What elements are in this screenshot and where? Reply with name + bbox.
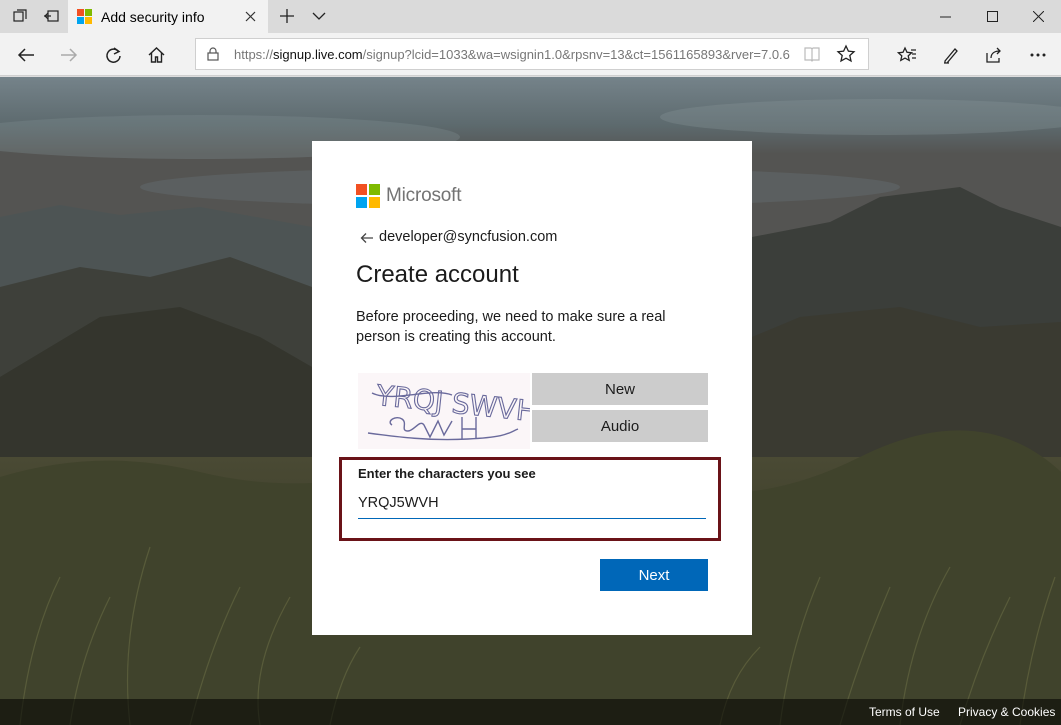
more-options-icon[interactable]	[1024, 41, 1052, 69]
page-viewport: Microsoft developer@syncfusion.com Creat…	[0, 77, 1061, 725]
new-captcha-button[interactable]: New	[532, 373, 708, 405]
tab-actions-icon[interactable]	[7, 4, 33, 28]
captcha-field-label: Enter the characters you see	[358, 466, 536, 481]
next-button[interactable]: Next	[600, 559, 708, 591]
address-bar[interactable]: https://signup.live.com/signup?lcid=1033…	[195, 38, 869, 70]
close-tab-icon[interactable]	[240, 6, 260, 26]
captcha-input[interactable]	[358, 487, 706, 519]
captcha-image: YRQJ SWVH	[358, 373, 539, 449]
maximize-icon[interactable]	[969, 0, 1015, 33]
url-text[interactable]: https://signup.live.com/signup?lcid=1033…	[234, 47, 797, 62]
description-text: Before proceeding, we need to make sure …	[356, 309, 666, 345]
account-identity: developer@syncfusion.com	[379, 229, 558, 245]
close-window-icon[interactable]	[1015, 0, 1061, 33]
captcha-text: YRQJ SWVH	[374, 379, 530, 429]
navigation-bar: https://signup.live.com/signup?lcid=1033…	[0, 33, 1061, 76]
terms-of-use-link[interactable]: Terms of Use	[869, 705, 940, 719]
new-tab-icon[interactable]	[274, 4, 300, 28]
url-path: /signup?lcid=1033&wa=wsignin1.0&rpsnv=13…	[362, 47, 790, 62]
signup-card: Microsoft developer@syncfusion.com Creat…	[312, 141, 752, 635]
tab-preview-chevron-down-icon[interactable]	[306, 4, 332, 28]
lock-icon	[207, 47, 219, 66]
page-footer: Terms of Use Privacy & Cookies	[0, 699, 1061, 725]
forward-icon[interactable]	[55, 41, 83, 69]
favorite-star-icon[interactable]	[836, 44, 856, 69]
microsoft-logo-icon	[356, 184, 380, 208]
url-host: signup.live.com	[273, 47, 363, 62]
privacy-cookies-link[interactable]: Privacy & Cookies	[958, 705, 1055, 719]
web-note-pen-icon[interactable]	[937, 41, 965, 69]
home-icon[interactable]	[142, 41, 170, 69]
url-prefix: https://	[234, 47, 274, 62]
tab-title: Add security info	[101, 9, 205, 25]
refresh-icon[interactable]	[99, 41, 127, 69]
microsoft-favicon-icon	[77, 9, 92, 24]
page-title: Create account	[356, 261, 519, 288]
active-tab[interactable]: Add security info	[68, 0, 268, 33]
reading-view-icon[interactable]	[803, 45, 821, 68]
brand-name: Microsoft	[386, 185, 462, 206]
back-icon[interactable]	[12, 41, 40, 69]
audio-captcha-button[interactable]: Audio	[532, 410, 708, 442]
set-tabs-aside-icon[interactable]	[38, 4, 64, 28]
minimize-icon[interactable]	[922, 0, 968, 33]
back-arrow-icon[interactable]	[360, 231, 374, 249]
share-icon[interactable]	[980, 41, 1008, 69]
tab-bar: Add security info	[0, 0, 1061, 33]
favorites-hub-icon[interactable]	[893, 41, 921, 69]
